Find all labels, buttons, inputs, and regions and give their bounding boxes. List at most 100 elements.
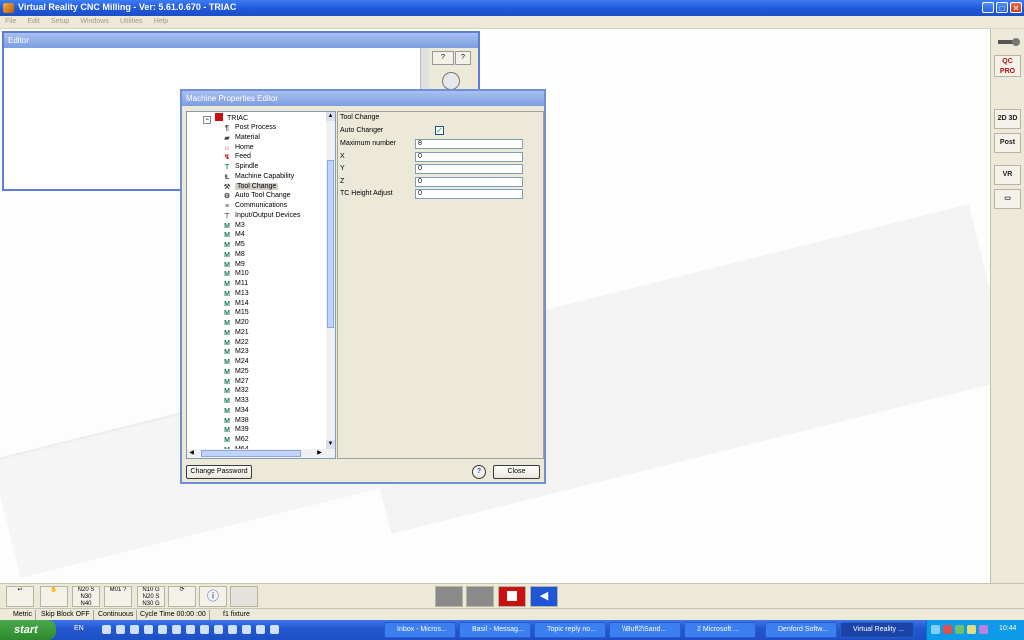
- tree-item-m33[interactable]: M M33: [223, 396, 249, 406]
- cycle-start-icon[interactable]: [435, 586, 463, 607]
- tray-icon-1[interactable]: [931, 625, 940, 634]
- vr-button[interactable]: VR: [994, 165, 1021, 185]
- tree-item-m10[interactable]: M M10: [223, 269, 249, 279]
- tray-icon-2[interactable]: [943, 625, 952, 634]
- tree-item-m15[interactable]: M M15: [223, 308, 249, 318]
- wrench-icon[interactable]: [994, 37, 1021, 51]
- menu-file[interactable]: File: [5, 16, 16, 28]
- tree-item-machine-capability[interactable]: Ⱡ Machine Capability: [223, 172, 294, 182]
- tree-vertical-scrollbar[interactable]: ▲ ▼: [326, 112, 335, 449]
- scroll-down-icon[interactable]: ▼: [326, 440, 335, 449]
- rewind-icon[interactable]: ◀: [530, 586, 558, 607]
- pause-icon[interactable]: [466, 586, 494, 607]
- tree-item-spindle[interactable]: T Spindle: [223, 162, 259, 172]
- tree-item-m13[interactable]: M M13: [223, 289, 249, 299]
- tree-item-m20[interactable]: M M20: [223, 318, 249, 328]
- tray-icon-5[interactable]: [979, 625, 988, 634]
- quicklaunch-icon-10[interactable]: [228, 625, 237, 634]
- quicklaunch-icon-13[interactable]: [270, 625, 279, 634]
- maximize-button[interactable]: □: [996, 2, 1008, 13]
- quicklaunch-icon-7[interactable]: [186, 625, 195, 634]
- help-arrow-icon[interactable]: ?: [432, 51, 454, 65]
- monitor-icon[interactable]: ▭: [994, 189, 1021, 209]
- menu-edit[interactable]: Edit: [28, 16, 40, 28]
- tree-item-auto-tool-change[interactable]: ⚙ Auto Tool Change: [223, 191, 291, 201]
- tree-item-m4[interactable]: M M4: [223, 230, 245, 240]
- field-input-maximum-number[interactable]: 8: [415, 139, 523, 149]
- quicklaunch-icon-1[interactable]: [102, 625, 111, 634]
- tree-item-m39[interactable]: M M39: [223, 425, 249, 435]
- qc-pro-button[interactable]: QC PRO: [994, 55, 1021, 77]
- close-button[interactable]: ✕: [1010, 2, 1022, 13]
- menu-utilities[interactable]: Utilities: [120, 16, 143, 28]
- scroll-up-icon[interactable]: ▲: [326, 112, 335, 121]
- help-icon[interactable]: ?: [455, 51, 471, 65]
- task-denford[interactable]: Denford Softw...: [765, 622, 837, 638]
- tree-item-home[interactable]: ⌂ Home: [223, 143, 254, 153]
- tray-icon-4[interactable]: [967, 625, 976, 634]
- post-button[interactable]: Post: [994, 133, 1021, 153]
- tree-item-material[interactable]: ▰ Material: [223, 133, 260, 143]
- tree-item-m32[interactable]: M M32: [223, 386, 249, 396]
- feed-override-icon[interactable]: ⟳: [168, 586, 196, 607]
- tree-item-m21[interactable]: M M21: [223, 328, 249, 338]
- tree-item-m3[interactable]: M M3: [223, 221, 245, 231]
- task-topic-reply[interactable]: Topic reply no...: [534, 622, 606, 638]
- quicklaunch-icon-5[interactable]: [158, 625, 167, 634]
- field-input-y[interactable]: 0: [415, 164, 523, 174]
- tree-item-tool-change[interactable]: ⚒ Tool Change: [223, 182, 279, 192]
- field-input-tc-height-adjust[interactable]: 0: [415, 189, 523, 199]
- task-buff2[interactable]: \\Buff2\Sand...: [609, 622, 681, 638]
- wheel-icon[interactable]: [442, 72, 460, 90]
- quicklaunch-icon-9[interactable]: [214, 625, 223, 634]
- close-dialog-button[interactable]: Close: [493, 465, 540, 479]
- tree-item-m34[interactable]: M M34: [223, 406, 249, 416]
- task-inbox[interactable]: Inbox - Micros...: [384, 622, 456, 638]
- help-button[interactable]: ?: [472, 465, 486, 479]
- menu-windows[interactable]: Windows: [80, 16, 108, 28]
- quicklaunch-icon-12[interactable]: [256, 625, 265, 634]
- tree-item-m23[interactable]: M M23: [223, 347, 249, 357]
- tree-item-m11[interactable]: M M11: [223, 279, 248, 289]
- tree-item-m22[interactable]: M M22: [223, 338, 249, 348]
- optional-stop-button[interactable]: M01 ?: [104, 586, 132, 607]
- tree-item-post-process[interactable]: ¶ Post Process: [223, 123, 276, 133]
- start-button[interactable]: start: [0, 620, 56, 640]
- stop-icon[interactable]: [498, 586, 526, 607]
- auto-changer-checkbox[interactable]: ✓: [435, 126, 444, 135]
- quicklaunch-icon-8[interactable]: [200, 625, 209, 634]
- tree-item-communications[interactable]: ≡ Communications: [223, 201, 287, 211]
- hand-icon[interactable]: ✋: [40, 586, 68, 607]
- quicklaunch-icon-6[interactable]: [172, 625, 181, 634]
- single-block-button[interactable]: N20 S N30 N40: [72, 586, 100, 607]
- scroll-thumb[interactable]: [327, 160, 334, 328]
- tree-horizontal-scrollbar[interactable]: ◀ ▶: [187, 449, 335, 458]
- reset-icon[interactable]: ↩: [6, 586, 34, 607]
- field-input-x[interactable]: 0: [415, 151, 523, 162]
- quicklaunch-icon-2[interactable]: [116, 625, 125, 634]
- task-basil[interactable]: Basil - Messag...: [459, 622, 531, 638]
- task-microsoft[interactable]: 2 Microsoft ...: [684, 622, 756, 638]
- tree-item-m62[interactable]: M M62: [223, 435, 249, 445]
- info-icon[interactable]: ⓘ: [199, 586, 227, 607]
- collapse-icon[interactable]: −: [203, 116, 211, 124]
- 2d-3d-button[interactable]: 2D 3D: [994, 109, 1021, 129]
- scroll-left-icon[interactable]: ◀: [187, 449, 196, 458]
- quicklaunch-icon-11[interactable]: [242, 625, 251, 634]
- field-input-z[interactable]: 0: [415, 176, 523, 187]
- tree-root[interactable]: − TRIAC: [203, 113, 248, 124]
- block-skip-button[interactable]: N10 G N20 S N30 G: [137, 586, 165, 607]
- menu-setup[interactable]: Setup: [51, 16, 69, 28]
- reset-machine-icon[interactable]: [230, 586, 258, 607]
- tree-item-m24[interactable]: M M24: [223, 357, 249, 367]
- quicklaunch-icon-3[interactable]: [130, 625, 139, 634]
- tree-item-m5[interactable]: M M5: [223, 240, 245, 250]
- tray-icon-3[interactable]: [955, 625, 964, 634]
- tree-item-input-output-devices[interactable]: ⊤ Input/Output Devices: [223, 211, 300, 221]
- tree-item-m27[interactable]: M M27: [223, 377, 249, 387]
- minimize-button[interactable]: _: [982, 2, 994, 13]
- tree-item-m9[interactable]: M M9: [223, 260, 245, 270]
- hscroll-thumb[interactable]: [201, 450, 301, 457]
- tree-item-m38[interactable]: M M38: [223, 416, 249, 426]
- tree-item-m8[interactable]: M M8: [223, 250, 245, 260]
